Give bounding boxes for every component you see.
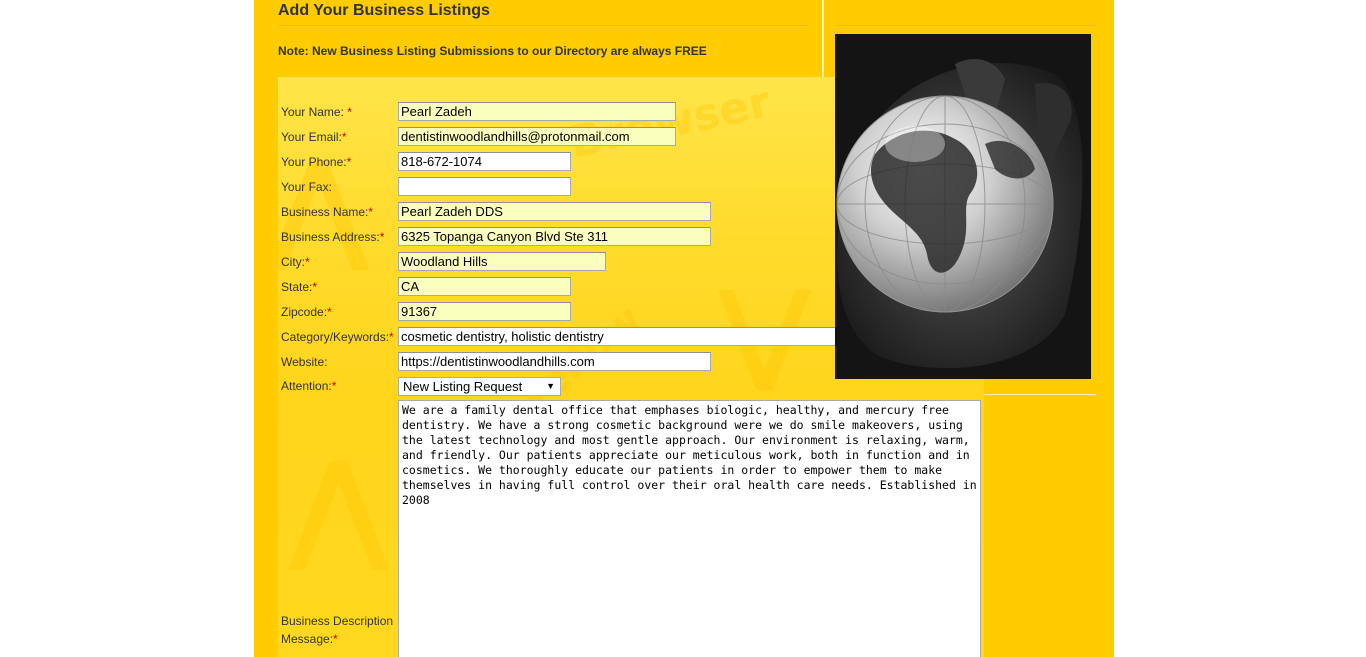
attention-label: Attention:* [281, 379, 337, 393]
zipcode-input[interactable]: 91367 [398, 302, 571, 321]
category-label: Category/Keywords:* [281, 330, 394, 344]
business-name-input[interactable]: Pearl Zadeh DDS [398, 202, 711, 221]
email-input[interactable]: dentistinwoodlandhills@protonmail.com [398, 127, 676, 146]
attention-select[interactable]: New Listing Request ▼ [398, 377, 561, 396]
description-label: Business Description Message:* [281, 614, 394, 646]
fax-input[interactable] [398, 177, 571, 196]
name-label: Your Name: * [281, 105, 352, 119]
page-title: Add Your Business Listings [278, 2, 490, 19]
description-textarea[interactable]: We are a family dental office that empha… [398, 400, 981, 657]
photo-top-divider [835, 25, 1095, 26]
name-input[interactable]: Pearl Zadeh [398, 102, 676, 121]
state-input[interactable]: CA [398, 277, 571, 296]
city-input[interactable]: Woodland Hills [398, 252, 606, 271]
free-listing-note: Note: New Business Listing Submissions t… [278, 44, 707, 58]
watermark-shape: ⋀ [288, 437, 390, 576]
website-label: Website: [281, 355, 328, 369]
phone-label: Your Phone:* [281, 155, 352, 169]
attention-selected-value: New Listing Request [403, 379, 523, 394]
listing-page: Add Your Business Listings Note: New Bus… [254, 0, 1114, 657]
title-divider [278, 25, 808, 26]
phone-input[interactable]: 818-672-1074 [398, 152, 571, 171]
category-input[interactable]: cosmetic dentistry, holistic dentistry [398, 327, 843, 346]
globe-in-hand-photo [835, 34, 1091, 379]
photo-bottom-divider [984, 394, 1096, 395]
website-input[interactable]: https://dentistinwoodlandhills.com [398, 352, 711, 371]
city-label: City:* [281, 255, 310, 269]
business-address-input[interactable]: 6325 Topanga Canyon Blvd Ste 311 [398, 227, 711, 246]
fax-label: Your Fax: [281, 180, 332, 194]
column-divider [822, 0, 824, 77]
watermark-text: Browser [564, 77, 775, 169]
state-label: State:* [281, 280, 318, 294]
email-label: Your Email:* [281, 130, 347, 144]
chevron-down-icon: ▼ [546, 381, 555, 391]
zipcode-label: Zipcode:* [281, 305, 332, 319]
business-name-label: Business Name:* [281, 205, 374, 219]
business-address-label: Business Address:* [281, 230, 385, 244]
globe-in-hand-illustration [835, 34, 1091, 379]
